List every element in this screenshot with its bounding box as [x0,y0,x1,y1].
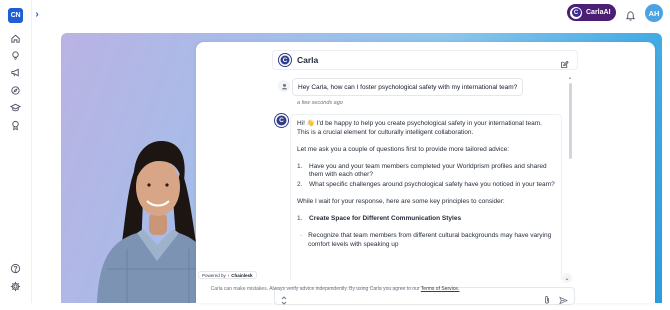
chat-header: C Carla [272,50,578,70]
response-intro: Hi! 👋 I'd be happy to help you create ps… [297,120,542,136]
carla-ai-button[interactable]: C CarlaAI [567,4,616,21]
disclaimer: Carla can make mistakes. Always verify a… [210,286,460,292]
principles-intro: While I wait for your response, here are… [297,198,505,205]
graduation-cap-icon[interactable] [10,102,21,113]
carla-avatar: C [570,6,582,19]
scroll-up-icon[interactable]: ▲ [568,75,572,80]
user-avatar[interactable]: AH [645,4,663,22]
list-item: 2. What specific challenges around psycho… [297,181,555,188]
message-scrollbar[interactable]: ▲ [568,75,573,275]
message-list[interactable]: Hey Carla, how can I foster psychologica… [272,74,568,280]
user-message-avatar-icon [278,80,290,92]
principle-list: 1. Create Space for Different Communicati… [297,215,555,224]
carla-ai-label: CarlaAI [586,9,611,16]
carla-logo: C [279,54,291,66]
chat-panel: C Carla Hey Carla, how can I foster psyc… [196,42,655,305]
chat-settings-icon[interactable] [280,292,288,305]
powered-by-badge[interactable]: Powered by › Chainlesk [198,271,257,279]
app-logo[interactable]: CN [8,8,23,23]
carla-message-avatar: C [275,114,288,127]
award-icon[interactable] [10,120,21,131]
list-item: 1. Create Space for Different Communicati… [297,215,462,222]
list-item: · Recognize that team members from differ… [300,232,552,248]
assistant-message: Hi! 👋 I'd be happy to help you create ps… [290,114,562,280]
help-icon[interactable] [10,263,21,274]
send-icon[interactable] [559,292,569,305]
message-timestamp: a few seconds ago [297,100,343,106]
megaphone-icon[interactable] [10,67,21,78]
compass-icon[interactable] [10,85,21,96]
user-message: Hey Carla, how can I foster psychologica… [292,78,524,96]
left-sidebar: CN [0,0,32,303]
question-list: 1. Have you and your team members complet… [297,163,555,190]
response-ask: Let me ask you a couple of questions fir… [297,145,510,153]
home-icon[interactable] [10,33,21,44]
list-item: 1. Have you and your team members complet… [297,162,547,179]
bell-icon[interactable] [625,8,636,21]
chainlit-logo-icon: › [227,272,230,278]
scroll-to-bottom-chevron-icon[interactable]: ⌄ [562,273,572,283]
chat-title: Carla [297,55,319,65]
scrollbar-thumb[interactable] [569,83,572,159]
expand-sidebar-chevron-icon[interactable]: › [32,10,42,20]
new-chat-edit-icon[interactable] [560,56,569,68]
paperclip-icon[interactable] [543,292,551,304]
lightbulb-icon[interactable] [10,50,21,61]
terms-of-service-link[interactable]: Terms of Service. [421,286,460,292]
